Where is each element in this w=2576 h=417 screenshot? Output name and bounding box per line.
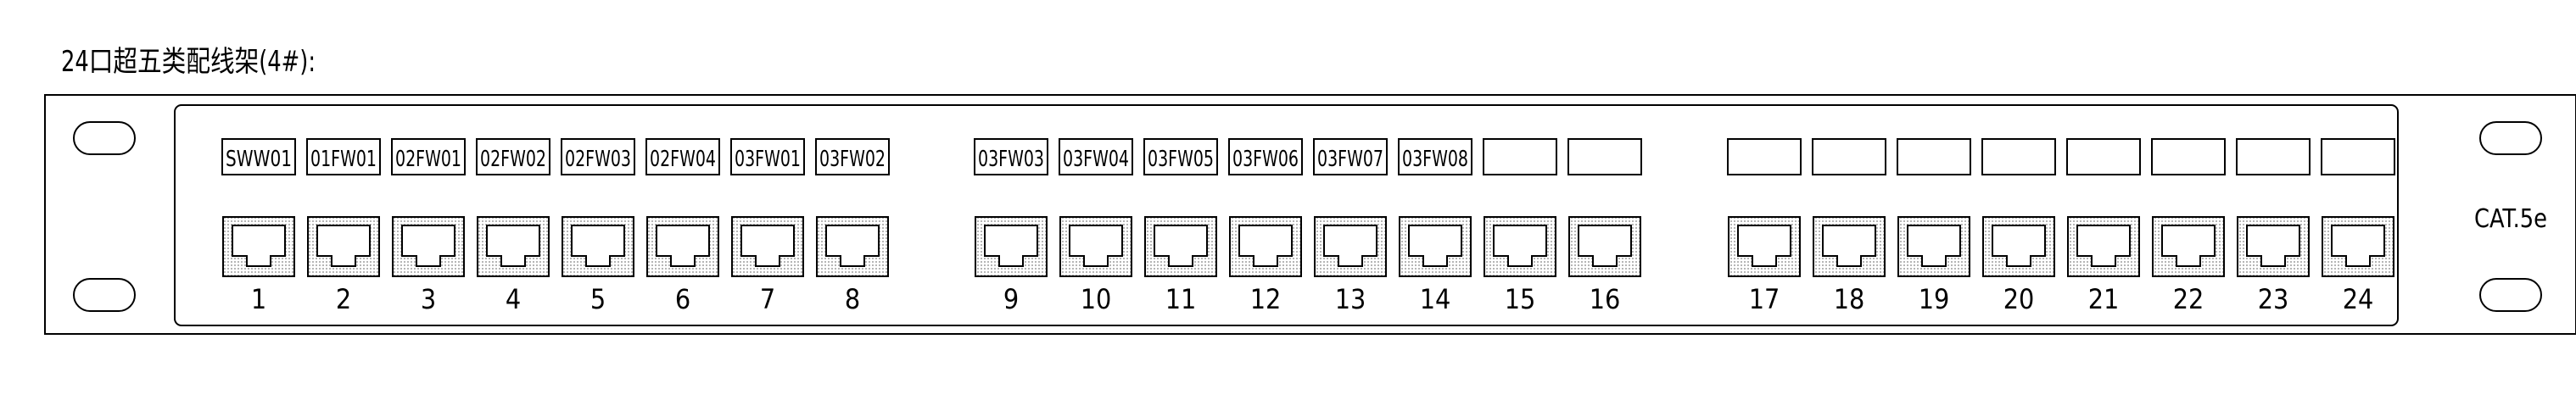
port-label-box: [1567, 138, 1642, 175]
port-label-box: [1897, 138, 1971, 175]
port-label: 02FW02: [480, 147, 546, 172]
port-7: 03FW01 7: [730, 138, 805, 315]
port-label-box: [2321, 138, 2395, 175]
port-number: 24: [2343, 283, 2374, 315]
port-number: 4: [506, 283, 521, 315]
port-22: 22: [2151, 138, 2226, 315]
port-number: 15: [1505, 283, 1536, 315]
port-12: 03FW06 12: [1228, 138, 1303, 315]
mount-hole-bottom-left: [73, 278, 136, 312]
port-number: 12: [1250, 283, 1282, 315]
port-2: 01FW01 2: [306, 138, 381, 315]
cat5e-label: CAT.5e: [2474, 204, 2547, 234]
port-label: 01FW01: [310, 147, 377, 172]
port-label: 03FW03: [978, 147, 1044, 172]
port-number: 1: [251, 283, 266, 315]
port-21: 21: [2066, 138, 2141, 315]
port-number: 10: [1081, 283, 1112, 315]
port-number: 5: [590, 283, 606, 315]
port-label-box: [1981, 138, 2056, 175]
panel-title: 24口超五类配线架(4#):: [61, 45, 316, 79]
port-label: 03FW04: [1063, 147, 1129, 172]
port-number: 18: [1834, 283, 1865, 315]
port-number: 14: [1420, 283, 1451, 315]
port-20: 20: [1981, 138, 2056, 315]
port-number: 17: [1749, 283, 1780, 315]
port-number: 21: [2088, 283, 2120, 315]
port-number: 13: [1335, 283, 1366, 315]
port-15: 15: [1483, 138, 1557, 315]
port-23: 23: [2236, 138, 2311, 315]
port-label-box: [2066, 138, 2141, 175]
port-6: 02FW04 6: [645, 138, 720, 315]
port-number: 16: [1590, 283, 1621, 315]
port-18: 18: [1812, 138, 1886, 315]
port-label-box: [1483, 138, 1557, 175]
port-14: 03FW08 14: [1398, 138, 1472, 315]
port-label: 03FW06: [1232, 147, 1299, 172]
patch-panel-drawing: 24口超五类配线架(4#): CAT.5e SWW01 1 01FW01 2 02FW0…: [44, 45, 2576, 335]
port-11: 03FW05 11: [1143, 138, 1218, 315]
port-1: SWW01 1: [221, 138, 296, 315]
port-number: 3: [421, 283, 436, 315]
port-label: 03FW02: [819, 147, 886, 172]
port-17: 17: [1727, 138, 1802, 315]
port-label-box: [2151, 138, 2226, 175]
port-24: 24: [2321, 138, 2395, 315]
port-number: 23: [2258, 283, 2289, 315]
port-label: 03FW01: [735, 147, 801, 172]
port-10: 03FW04 10: [1059, 138, 1133, 315]
port-16: 16: [1567, 138, 1642, 315]
port-13: 03FW07 13: [1313, 138, 1388, 315]
port-number: 11: [1165, 283, 1197, 315]
port-number: 6: [675, 283, 690, 315]
port-number: 22: [2173, 283, 2204, 315]
port-9: 03FW03 9: [974, 138, 1048, 315]
port-number: 7: [760, 283, 775, 315]
port-label: SWW01: [226, 147, 292, 172]
mount-hole-bottom-right: [2479, 278, 2542, 312]
port-19: 19: [1897, 138, 1971, 315]
port-label: 02FW01: [395, 147, 461, 172]
port-number: 19: [1919, 283, 1950, 315]
port-label: 02FW03: [565, 147, 631, 172]
port-number: 2: [336, 283, 351, 315]
port-number: 8: [845, 283, 860, 315]
port-number: 9: [1003, 283, 1019, 315]
port-5: 02FW03 5: [561, 138, 635, 315]
port-label: 03FW07: [1317, 147, 1383, 172]
mount-hole-top-left: [73, 121, 136, 155]
port-4: 02FW02 4: [476, 138, 550, 315]
port-label-box: [1812, 138, 1886, 175]
port-3: 02FW01 3: [391, 138, 466, 315]
port-label: 03FW05: [1148, 147, 1214, 172]
port-number: 20: [2003, 283, 2035, 315]
port-label-box: [1727, 138, 1802, 175]
port-label: 02FW04: [650, 147, 716, 172]
mount-hole-top-right: [2479, 121, 2542, 155]
port-8: 03FW02 8: [815, 138, 890, 315]
port-label-box: [2236, 138, 2311, 175]
port-label: 03FW08: [1402, 147, 1468, 172]
ports-group: SWW01 1 01FW01 2 02FW01 3 02FW02 4 02FW03 5 02FW04…: [221, 138, 2395, 315]
